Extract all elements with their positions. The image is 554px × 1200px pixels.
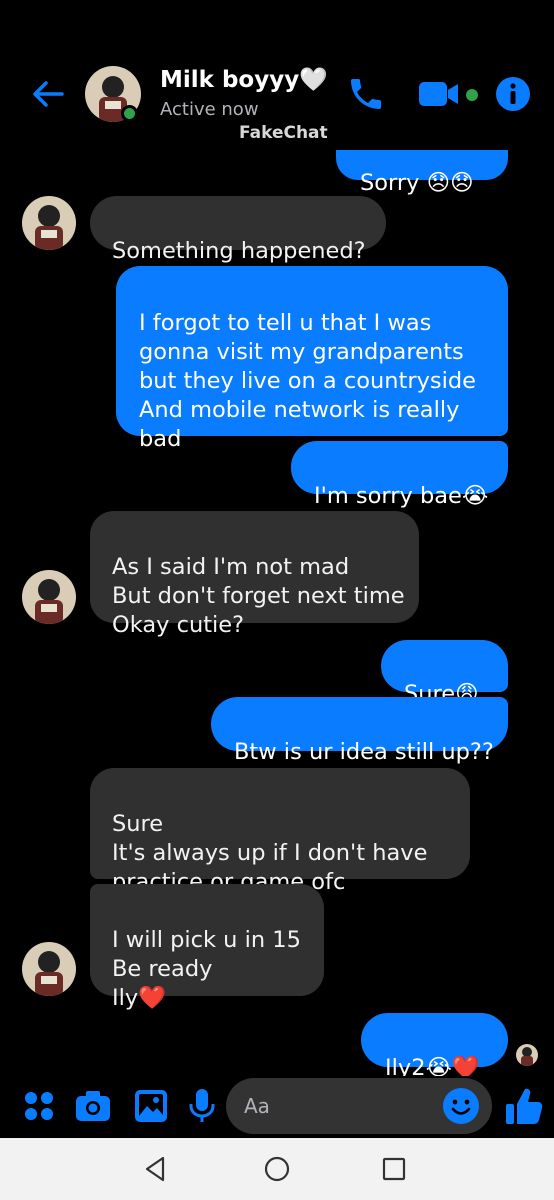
message-sent[interactable]: Ily2😭❤️	[361, 1013, 508, 1081]
back-arrow-icon[interactable]	[28, 74, 68, 114]
home-circle-icon[interactable]	[264, 1156, 290, 1186]
message-sent[interactable]: Sure😩	[381, 640, 508, 707]
message-input-placeholder: Aa	[244, 1094, 270, 1118]
apps-icon[interactable]	[24, 1091, 54, 1125]
contact-avatar[interactable]	[22, 942, 76, 996]
message-sent[interactable]: I forgot to tell u that I was gonna visi…	[116, 266, 508, 452]
gallery-icon[interactable]	[134, 1089, 168, 1127]
camera-icon[interactable]	[75, 1090, 111, 1126]
chat-header: Milk boyyy🤍 Active now FakeChat	[0, 0, 554, 150]
message-received[interactable]: Something happened?	[90, 196, 386, 264]
contact-name[interactable]: Milk boyyy🤍	[160, 66, 328, 93]
message-received[interactable]: I will pick u in 15 Be ready Ily❤️	[90, 884, 324, 1011]
app-watermark: FakeChat	[239, 123, 328, 143]
back-triangle-icon[interactable]	[143, 1156, 169, 1186]
phone-call-icon[interactable]	[346, 74, 386, 118]
read-receipt-avatar	[516, 1044, 538, 1066]
recents-square-icon[interactable]	[382, 1157, 406, 1185]
message-received[interactable]: Sure It's always up if I don't have prac…	[90, 768, 470, 895]
active-video-dot	[465, 87, 479, 106]
active-status-dot	[121, 105, 138, 122]
video-call-icon[interactable]	[418, 80, 466, 112]
system-navbar	[0, 1138, 554, 1200]
contact-avatar[interactable]	[22, 196, 76, 250]
emoji-icon[interactable]	[442, 1087, 480, 1129]
info-icon[interactable]	[495, 76, 531, 116]
message-received[interactable]: As I said I'm not mad But don't forget n…	[90, 511, 419, 638]
microphone-icon[interactable]	[188, 1088, 216, 1128]
active-status-text: Active now	[160, 99, 259, 120]
message-sent[interactable]: Btw is ur idea still up??	[211, 697, 508, 765]
thumbs-up-icon[interactable]	[505, 1086, 543, 1130]
contact-avatar[interactable]	[22, 570, 76, 624]
message-sent[interactable]: I'm sorry bae😭	[291, 441, 508, 509]
